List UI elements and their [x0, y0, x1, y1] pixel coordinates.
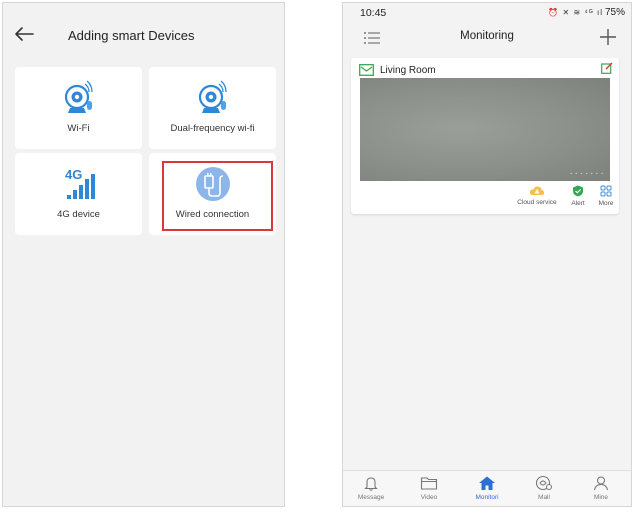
- status-time: 10:45: [360, 7, 387, 19]
- back-arrow-icon[interactable]: [13, 23, 35, 45]
- folder-icon: [420, 477, 438, 490]
- alert-button[interactable]: Alert: [564, 185, 592, 207]
- tile-4g-label: 4G device: [57, 209, 100, 220]
- wifi-camera-icon: [64, 80, 93, 113]
- 4g-signal-icon: 4G: [65, 167, 95, 199]
- camera-card[interactable]: Living Room ▪ ▪ ▪ ▪ ▪ ▪ ▪ Cloud service …: [351, 58, 619, 214]
- svg-text:4G: 4G: [65, 167, 82, 182]
- bell-icon: [364, 477, 378, 491]
- tab-mall-label: Mall: [538, 494, 550, 501]
- shield-check-icon: [573, 185, 583, 197]
- user-icon: [593, 476, 609, 491]
- page-title: Adding smart Devices: [68, 28, 195, 43]
- cloud-service-button[interactable]: Cloud service: [511, 185, 563, 206]
- camera-card-icon: [359, 64, 374, 76]
- cloud-warning-icon: [529, 186, 545, 195]
- edit-icon[interactable]: [601, 62, 613, 74]
- camera-name: Living Room: [380, 64, 436, 76]
- tile-wifi-label: Wi-Fi: [67, 123, 90, 134]
- monitoring-screen: 10:45 ⏰ ✕ ≋ ⁴ᴳ ıl 75% Monitoring Living …: [342, 2, 632, 507]
- tab-mall[interactable]: Mall: [518, 475, 570, 501]
- tab-monitoring-label: Monitori: [475, 494, 499, 501]
- status-icons: ⏰ ✕ ≋ ⁴ᴳ ıl: [548, 8, 603, 17]
- status-bar: 10:45 ⏰ ✕ ≋ ⁴ᴳ ıl 75%: [343, 3, 631, 23]
- add-device-screen: Adding smart Devices Wi-Fi Dual-frequenc…: [2, 2, 285, 507]
- tab-video-label: Video: [420, 494, 438, 501]
- tile-4g-device[interactable]: 4G 4G device: [15, 153, 142, 235]
- tab-video[interactable]: Video: [403, 475, 455, 501]
- camera-header: Living Room: [359, 62, 436, 78]
- camera-preview[interactable]: ▪ ▪ ▪ ▪ ▪ ▪ ▪: [360, 78, 610, 181]
- tab-mine[interactable]: Mine: [575, 475, 627, 501]
- video-timestamp-overlay: ▪ ▪ ▪ ▪ ▪ ▪ ▪: [570, 171, 604, 177]
- ethernet-plug-icon: [195, 167, 230, 201]
- add-icon[interactable]: [599, 28, 617, 46]
- tile-dual-frequency[interactable]: Dual-frequency wi-fi: [149, 67, 276, 149]
- shop-icon: [535, 475, 552, 491]
- tab-monitoring[interactable]: Monitori: [461, 475, 513, 501]
- alert-label: Alert: [571, 200, 585, 207]
- tab-message-label: Message: [357, 494, 385, 501]
- bottom-tab-bar: Message Video Monitori Mall Mine: [343, 470, 631, 506]
- tab-mine-label: Mine: [593, 494, 609, 501]
- header: Adding smart Devices: [3, 3, 284, 63]
- dual-band-camera-icon: [198, 80, 227, 113]
- grid-icon: [600, 185, 612, 197]
- tile-wired-label: Wired connection: [175, 209, 250, 220]
- battery-level: 75%: [604, 7, 625, 18]
- tile-wired-connection[interactable]: Wired connection: [149, 153, 276, 235]
- tab-message[interactable]: Message: [345, 475, 397, 501]
- more-button[interactable]: More: [593, 185, 619, 207]
- top-nav: Monitoring: [343, 23, 631, 53]
- cloud-service-label: Cloud service: [517, 199, 557, 206]
- tile-wifi[interactable]: Wi-Fi: [15, 67, 142, 149]
- home-icon: [479, 476, 495, 490]
- page-title: Monitoring: [460, 30, 514, 42]
- more-label: More: [598, 200, 614, 207]
- tile-dual-frequency-label: Dual-frequency wi-fi: [170, 123, 255, 134]
